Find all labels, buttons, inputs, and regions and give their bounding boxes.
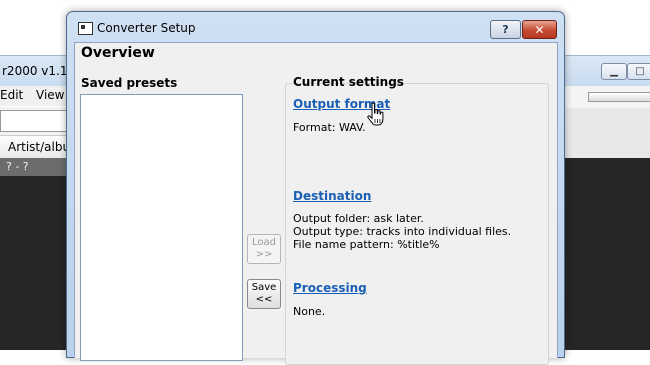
menu-view[interactable]: View (36, 88, 64, 102)
converter-setup-dialog: Converter Setup ? ✕ Overview Saved prese… (66, 11, 565, 365)
window-icon (78, 22, 93, 35)
load-preset-button[interactable]: Load >> (247, 234, 281, 264)
output-format-info: Format: WAV. (293, 121, 366, 134)
help-icon: ? (502, 23, 509, 36)
background-toolbar-field[interactable] (0, 110, 68, 132)
processing-line: None. (293, 305, 326, 318)
help-button[interactable]: ? (490, 20, 521, 39)
column-artist-album[interactable]: Artist/albu (8, 140, 70, 154)
playlist-area-right (562, 158, 650, 350)
background-right-gray (562, 108, 650, 158)
current-settings-label: Current settings (293, 75, 404, 89)
minimize-icon: ▁ (610, 66, 618, 77)
file-name-pattern-line: File name pattern: %title% (293, 238, 440, 251)
saved-presets-label: Saved presets (81, 76, 178, 90)
close-button[interactable]: ✕ (522, 20, 557, 39)
destination-link[interactable]: Destination (293, 189, 371, 203)
close-icon: ✕ (534, 22, 545, 37)
saved-presets-list[interactable] (80, 94, 243, 361)
format-line: Format: WAV. (293, 121, 366, 134)
output-type-line: Output type: tracks into individual file… (293, 225, 512, 238)
now-playing-text: ? - ? (6, 160, 29, 173)
overview-heading: Overview (81, 45, 155, 61)
menu-edit[interactable]: Edit (0, 88, 23, 102)
dialog-title: Converter Setup (97, 21, 196, 35)
background-minimize-button[interactable]: ▁ (601, 63, 627, 80)
processing-info: None. (293, 305, 325, 318)
maximize-icon: □ (635, 66, 645, 77)
playlist-area-left (0, 176, 68, 350)
output-folder-line: Output folder: ask later. (293, 212, 424, 225)
destination-info: Output folder: ask later. Output type: t… (293, 212, 511, 251)
background-maximize-button[interactable]: □ (627, 63, 650, 80)
processing-link[interactable]: Processing (293, 281, 367, 295)
save-preset-button[interactable]: Save << (247, 279, 281, 309)
hand-cursor-icon (367, 102, 384, 126)
seek-bar[interactable] (588, 92, 650, 102)
dialog-client-area: Overview Saved presets Load >> Save << C… (74, 42, 558, 365)
